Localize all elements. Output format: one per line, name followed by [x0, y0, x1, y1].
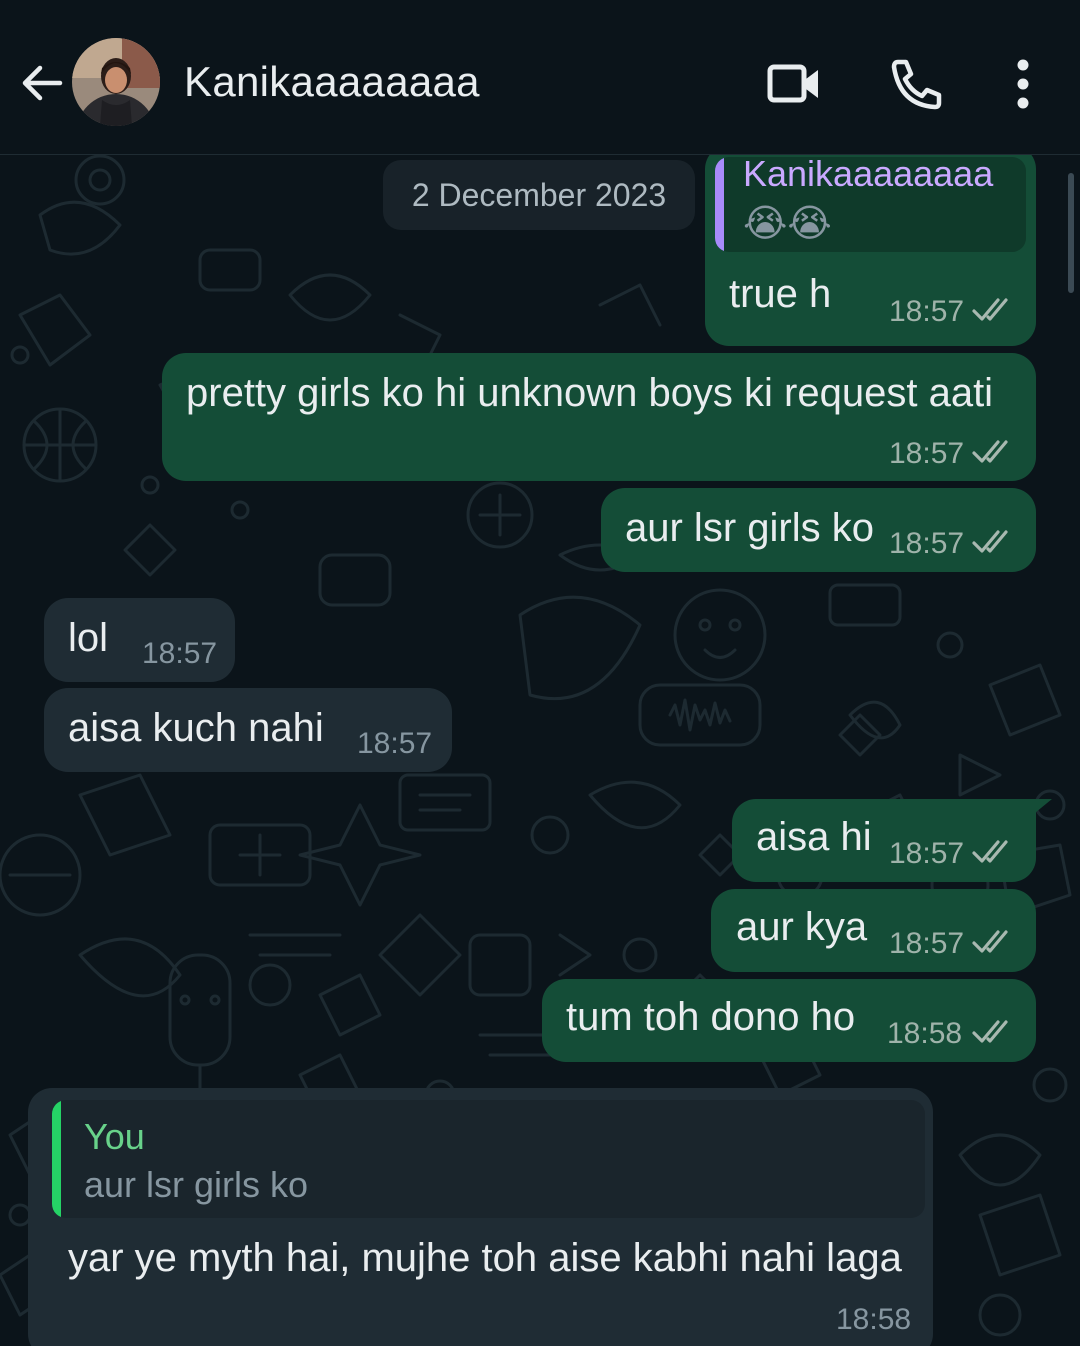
avatar[interactable]	[72, 38, 160, 126]
read-receipt-icon	[972, 840, 1008, 863]
quote-text: aur lsr girls ko	[84, 1164, 309, 1205]
message-time: 18:57	[889, 927, 965, 960]
video-camera-icon	[767, 64, 818, 103]
quote-accent-bar	[52, 1100, 61, 1218]
message-time: 18:57	[357, 727, 433, 760]
quote-text: 😭😭	[743, 203, 832, 245]
quote-accent-bar	[715, 157, 724, 252]
message-text: lol	[68, 616, 109, 660]
arrow-left-icon	[22, 65, 63, 101]
message-list[interactable]: 2 December 2023 Kanikaaaaaaaa 😭😭 true h …	[0, 155, 1080, 1346]
video-call-button[interactable]	[762, 52, 826, 116]
message-text: yar ye myth hai, mujhe toh aise kabhi na…	[68, 1236, 902, 1280]
contact-name[interactable]: Kanikaaaaaaaa	[184, 58, 480, 106]
outgoing-message[interactable]: aisa hi 18:57	[732, 799, 1036, 882]
back-button[interactable]	[16, 58, 66, 108]
message-time: 18:57	[889, 437, 965, 470]
incoming-message[interactable]: aisa kuch nahi 18:57	[44, 688, 452, 772]
message-time: 18:57	[142, 637, 218, 670]
more-vertical-icon	[1017, 59, 1029, 109]
outgoing-message[interactable]: Kanikaaaaaaaa 😭😭 true h 18:57	[705, 155, 1036, 346]
message-time: 18:58	[887, 1017, 963, 1050]
message-time: 18:58	[836, 1303, 912, 1336]
message-text: tum toh dono ho	[566, 995, 856, 1039]
quoted-message[interactable]: Kanikaaaaaaaa 😭😭	[715, 157, 1026, 252]
message-time: 18:57	[889, 837, 965, 870]
outgoing-message[interactable]: tum toh dono ho 18:58	[542, 979, 1036, 1062]
quote-author: Kanikaaaaaaaa	[743, 157, 994, 194]
voice-call-button[interactable]	[884, 52, 948, 116]
message-text: aisa kuch nahi	[68, 706, 324, 750]
quote-author: You	[84, 1116, 145, 1157]
message-text: pretty girls ko hi unknown boys ki reque…	[186, 371, 994, 415]
message-text: aur lsr girls ko	[625, 506, 874, 550]
chat-header: Kanikaaaaaaaa	[0, 0, 1080, 155]
quoted-message[interactable]: You aur lsr girls ko	[52, 1100, 925, 1218]
scrollbar[interactable]	[1068, 173, 1074, 293]
read-receipt-icon	[972, 530, 1008, 553]
message-text: true h	[729, 272, 832, 316]
read-receipt-icon	[972, 930, 1008, 953]
message-text: aur kya	[736, 905, 868, 949]
read-receipt-icon	[972, 298, 1008, 321]
message-time: 18:57	[889, 527, 965, 560]
message-text: aisa hi	[756, 815, 872, 859]
message-time: 18:57	[889, 295, 965, 328]
outgoing-message[interactable]: aur kya 18:57	[711, 889, 1036, 972]
phone-icon	[891, 59, 942, 110]
read-receipt-icon	[972, 1020, 1008, 1043]
incoming-message[interactable]: You aur lsr girls ko yar ye myth hai, mu…	[28, 1088, 933, 1346]
date-chip: 2 December 2023	[383, 160, 695, 230]
more-options-button[interactable]	[991, 52, 1055, 116]
read-receipt-icon	[972, 440, 1008, 463]
outgoing-message[interactable]: pretty girls ko hi unknown boys ki reque…	[162, 353, 1036, 481]
outgoing-message[interactable]: aur lsr girls ko 18:57	[601, 488, 1036, 572]
incoming-message[interactable]: lol 18:57	[44, 598, 235, 682]
chat-screen: Kanikaaaaaaaa 2 December 2023 Kanikaaaaa…	[0, 0, 1080, 1346]
